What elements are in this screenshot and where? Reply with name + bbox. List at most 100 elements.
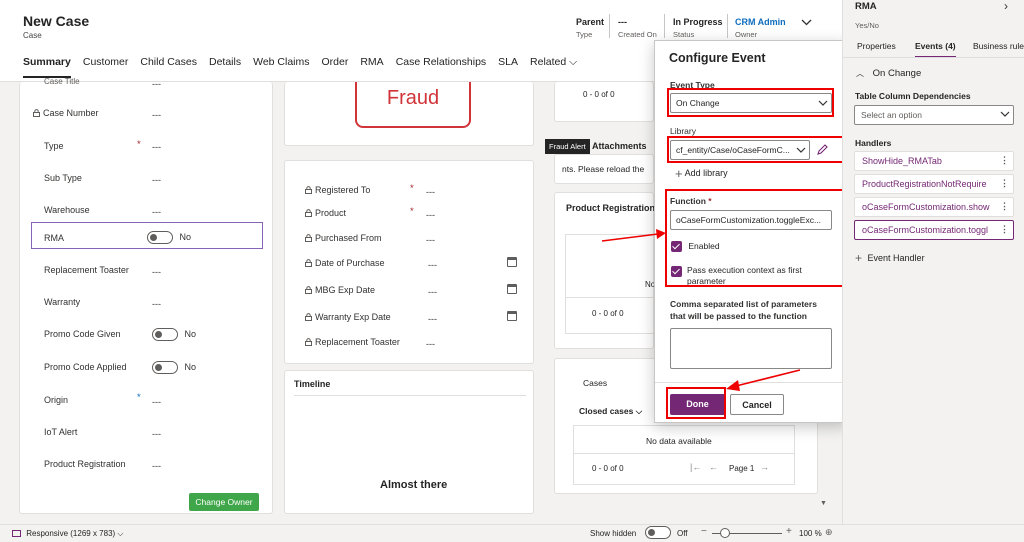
field-value-warehouse[interactable]: ---	[152, 207, 161, 217]
calendar-icon[interactable]	[507, 311, 517, 321]
library-label: Library	[670, 126, 696, 136]
field-label-type: Type	[44, 141, 64, 151]
attachments-title: Attachments	[592, 141, 647, 151]
parameters-label: Comma separated list of parameters that …	[670, 299, 817, 321]
responsive-selector[interactable]: Responsive (1269 x 783) ⌵	[12, 529, 124, 539]
chevron-down-icon: ⌵	[569, 56, 578, 68]
promo-given-toggle[interactable]: No	[152, 328, 196, 341]
tab-details[interactable]: Details	[209, 56, 241, 78]
chevron-down-icon[interactable]	[801, 19, 812, 27]
handler-item[interactable]: oCaseFormCustomization.show ⋮	[854, 197, 1014, 217]
annotation-arrow-icon	[601, 229, 666, 242]
tab-case-relationships[interactable]: Case Relationships	[396, 56, 486, 78]
plus-icon: +	[855, 251, 863, 265]
done-button[interactable]: Done	[670, 394, 725, 415]
field-label-mbg-exp-date: MBG Exp Date	[305, 285, 375, 295]
calendar-icon[interactable]	[507, 284, 517, 294]
library-dropdown[interactable]: cf_entity/Case/oCaseFormC...	[670, 140, 810, 160]
tab-web-claims[interactable]: Web Claims	[253, 56, 309, 78]
timeline-section	[284, 370, 534, 514]
field-label-replacement-toaster-2: Replacement Toaster	[305, 337, 400, 347]
tab-order[interactable]: Order	[322, 56, 349, 78]
show-hidden-toggle[interactable]	[645, 526, 671, 539]
event-type-dropdown[interactable]: On Change	[670, 93, 832, 113]
change-owner-button[interactable]: Change Owner	[189, 493, 259, 511]
field-value-registered-to[interactable]: ---	[426, 187, 435, 197]
handler-item[interactable]: ShowHide_RMATab ⋮	[854, 151, 1014, 171]
lock-icon	[305, 338, 312, 346]
tab-properties[interactable]: Properties	[857, 41, 896, 51]
tab-summary[interactable]: Summary	[23, 56, 71, 78]
dependencies-label: Table Column Dependencies	[855, 91, 971, 101]
field-value-mbg-exp-date[interactable]: ---	[428, 287, 437, 297]
field-value-purchased-from[interactable]: ---	[426, 235, 435, 245]
field-value-warranty-exp-date[interactable]: ---	[428, 314, 437, 324]
function-input[interactable]: oCaseFormCustomization.toggleExc...	[670, 210, 832, 230]
closed-cases-view-selector[interactable]: Closed cases ⌵	[579, 406, 642, 417]
header-field-owner[interactable]: CRM Admin Owner	[735, 17, 786, 39]
first-page-icon[interactable]: |←	[690, 462, 701, 472]
add-library-link[interactable]: + Add library	[675, 166, 728, 181]
attachments-reload-notice: nts. Please reload the	[562, 164, 645, 174]
field-value-replacement-toaster-2[interactable]: ---	[426, 339, 435, 349]
field-value-warranty[interactable]: ---	[152, 299, 161, 309]
pass-context-checkbox[interactable]: Pass execution context as first paramete…	[671, 265, 831, 287]
parameters-textarea[interactable]	[670, 328, 832, 369]
promo-applied-toggle[interactable]: No	[152, 361, 196, 374]
field-value-replacement-toaster[interactable]: ---	[152, 267, 161, 277]
handler-item-selected[interactable]: oCaseFormCustomization.toggl ⋮	[854, 220, 1014, 240]
field-label-iot-alert: IoT Alert	[44, 427, 78, 437]
properties-panel	[842, 0, 1024, 542]
enabled-checkbox[interactable]: Enabled	[671, 241, 720, 253]
field-value-product-registration[interactable]: ---	[152, 461, 161, 471]
field-label-registered-to: Registered To	[305, 185, 370, 195]
tab-child-cases[interactable]: Child Cases	[140, 56, 197, 78]
top-grid-section	[554, 82, 654, 122]
field-value-type[interactable]: ---	[152, 142, 161, 152]
tab-sla[interactable]: SLA	[498, 56, 518, 78]
tab-customer[interactable]: Customer	[83, 56, 129, 78]
more-options-icon: ⋮	[1000, 178, 1009, 188]
edit-pencil-icon[interactable]	[815, 143, 829, 157]
lock-icon	[305, 234, 312, 242]
field-label-warranty-exp-date: Warranty Exp Date	[305, 312, 391, 322]
event-type-label: Event Type	[670, 80, 715, 90]
field-value-sub-type[interactable]: ---	[152, 175, 161, 185]
field-label-sub-type: Sub Type	[44, 173, 82, 183]
lock-icon	[305, 209, 312, 217]
dialog-title: Configure Event	[669, 51, 766, 65]
header-field-type: Parent Type	[576, 17, 605, 39]
field-label-rma: RMA	[44, 233, 64, 243]
calendar-icon[interactable]	[507, 257, 517, 267]
cancel-button[interactable]: Cancel	[730, 394, 784, 415]
rma-toggle[interactable]: No	[147, 231, 191, 244]
plus-icon: +	[675, 166, 683, 181]
zoom-in-icon[interactable]: +	[786, 526, 792, 537]
field-value-iot-alert[interactable]: ---	[152, 429, 161, 439]
fit-to-screen-icon[interactable]: ⊕	[825, 527, 833, 538]
tab-rma[interactable]: RMA	[360, 56, 383, 78]
add-event-handler-button[interactable]: + Event Handler	[855, 251, 925, 265]
show-hidden-label: Show hidden	[590, 529, 637, 538]
handler-item[interactable]: ProductRegistrationNotRequire ⋮	[854, 174, 1014, 194]
tab-events[interactable]: Events (4)	[915, 41, 956, 58]
field-label-date-of-purchase: Date of Purchase	[305, 258, 385, 268]
field-value-date-of-purchase[interactable]: ---	[428, 260, 437, 270]
tab-business-rules[interactable]: Business rule	[973, 41, 1024, 51]
next-page-icon[interactable]: →	[760, 462, 769, 472]
dependencies-dropdown[interactable]: Select an option	[854, 105, 1014, 125]
field-label-case-number: Case Number	[33, 108, 99, 118]
chevron-right-icon[interactable]: ›	[1004, 0, 1008, 13]
prev-page-icon[interactable]: ←	[709, 462, 718, 472]
field-value-product[interactable]: ---	[426, 210, 435, 220]
zoom-out-icon[interactable]: −	[701, 526, 707, 537]
zoom-slider-thumb[interactable]	[720, 528, 730, 538]
chevron-down-icon: ⌵	[117, 529, 124, 538]
field-value-origin[interactable]: ---	[152, 397, 161, 407]
lock-icon	[305, 313, 312, 321]
scroll-down-icon[interactable]: ▼	[820, 500, 827, 507]
header-field-status: In Progress Status	[673, 17, 723, 39]
field-value-case-number[interactable]: ---	[152, 110, 161, 120]
tab-related[interactable]: Related ⌵	[530, 56, 577, 78]
on-change-section-toggle[interactable]: ︿ On Change	[856, 68, 921, 79]
